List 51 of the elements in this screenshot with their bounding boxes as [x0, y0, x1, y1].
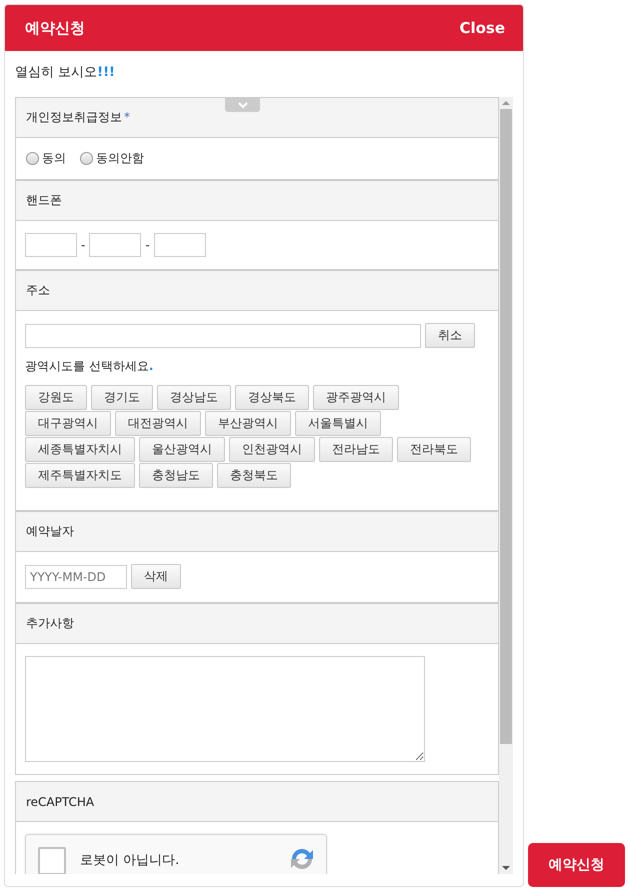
section-title: 추가사항: [26, 615, 74, 632]
address-field[interactable]: [25, 324, 421, 348]
region-button[interactable]: 경기도: [91, 385, 153, 410]
scroll-up-icon[interactable]: [502, 101, 510, 105]
region-button[interactable]: 인천광역시: [229, 437, 315, 462]
intro-text: 열심히 보시오!!!: [15, 65, 115, 80]
captcha-logo-icon: [291, 849, 314, 869]
cancel-button[interactable]: 취소: [425, 323, 475, 348]
region-button[interactable]: 부산광역시: [205, 411, 291, 436]
region-button[interactable]: 서울특별시: [295, 411, 381, 436]
section-title: 개인정보취급정보 *: [26, 109, 130, 126]
region-button[interactable]: 충청북도: [217, 463, 291, 488]
phone-field[interactable]: [25, 233, 77, 257]
region-button[interactable]: 세종특별자치시: [25, 437, 135, 462]
captcha-label: 로봇이 아닙니다.: [80, 852, 180, 869]
radio-label: 동의: [42, 150, 66, 167]
separator-text: -: [81, 238, 86, 252]
section-title: reCAPTCHA: [26, 794, 94, 808]
reserve-button[interactable]: 예약신청: [528, 843, 625, 887]
phone-field[interactable]: [89, 233, 142, 257]
date-field[interactable]: YYYY-MM-DD: [25, 564, 127, 588]
radio-label: 동의안함: [96, 150, 144, 167]
region-button[interactable]: 전라남도: [319, 437, 393, 462]
delete-button[interactable]: 삭제: [131, 564, 181, 589]
region-button[interactable]: 대전광역시: [115, 411, 201, 436]
phone-field[interactable]: [154, 233, 206, 257]
region-hint: 광역시도를 선택하세요.: [25, 358, 154, 375]
section-title: 핸드폰: [26, 192, 62, 209]
region-button[interactable]: 경상남도: [157, 385, 231, 410]
region-button[interactable]: 대구광역시: [25, 411, 111, 436]
region-button[interactable]: 광주광역시: [313, 385, 399, 410]
radio-button[interactable]: [80, 152, 93, 165]
region-button[interactable]: 강원도: [25, 385, 87, 410]
radio-option[interactable]: 동의: [26, 150, 66, 167]
collapse-handle[interactable]: [225, 98, 260, 112]
section-title: 주소: [26, 282, 50, 299]
notes-field[interactable]: [25, 656, 425, 762]
captcha-checkbox[interactable]: [38, 847, 66, 874]
scroll-down-icon[interactable]: [502, 866, 510, 870]
region-button[interactable]: 전라북도: [397, 437, 471, 462]
region-button[interactable]: 충청남도: [139, 463, 213, 488]
region-button[interactable]: 울산광역시: [139, 437, 225, 462]
dialog-title: 예약신청: [25, 18, 85, 38]
separator-text: -: [145, 238, 150, 252]
region-button[interactable]: 제주특별자치도: [25, 463, 135, 488]
region-button[interactable]: 경상북도: [235, 385, 309, 410]
close-button[interactable]: Close: [459, 19, 505, 37]
radio-option[interactable]: 동의안함: [80, 150, 144, 167]
scrollbar[interactable]: [499, 97, 513, 874]
section-title: 예약날자: [26, 523, 74, 540]
radio-button[interactable]: [26, 152, 39, 165]
